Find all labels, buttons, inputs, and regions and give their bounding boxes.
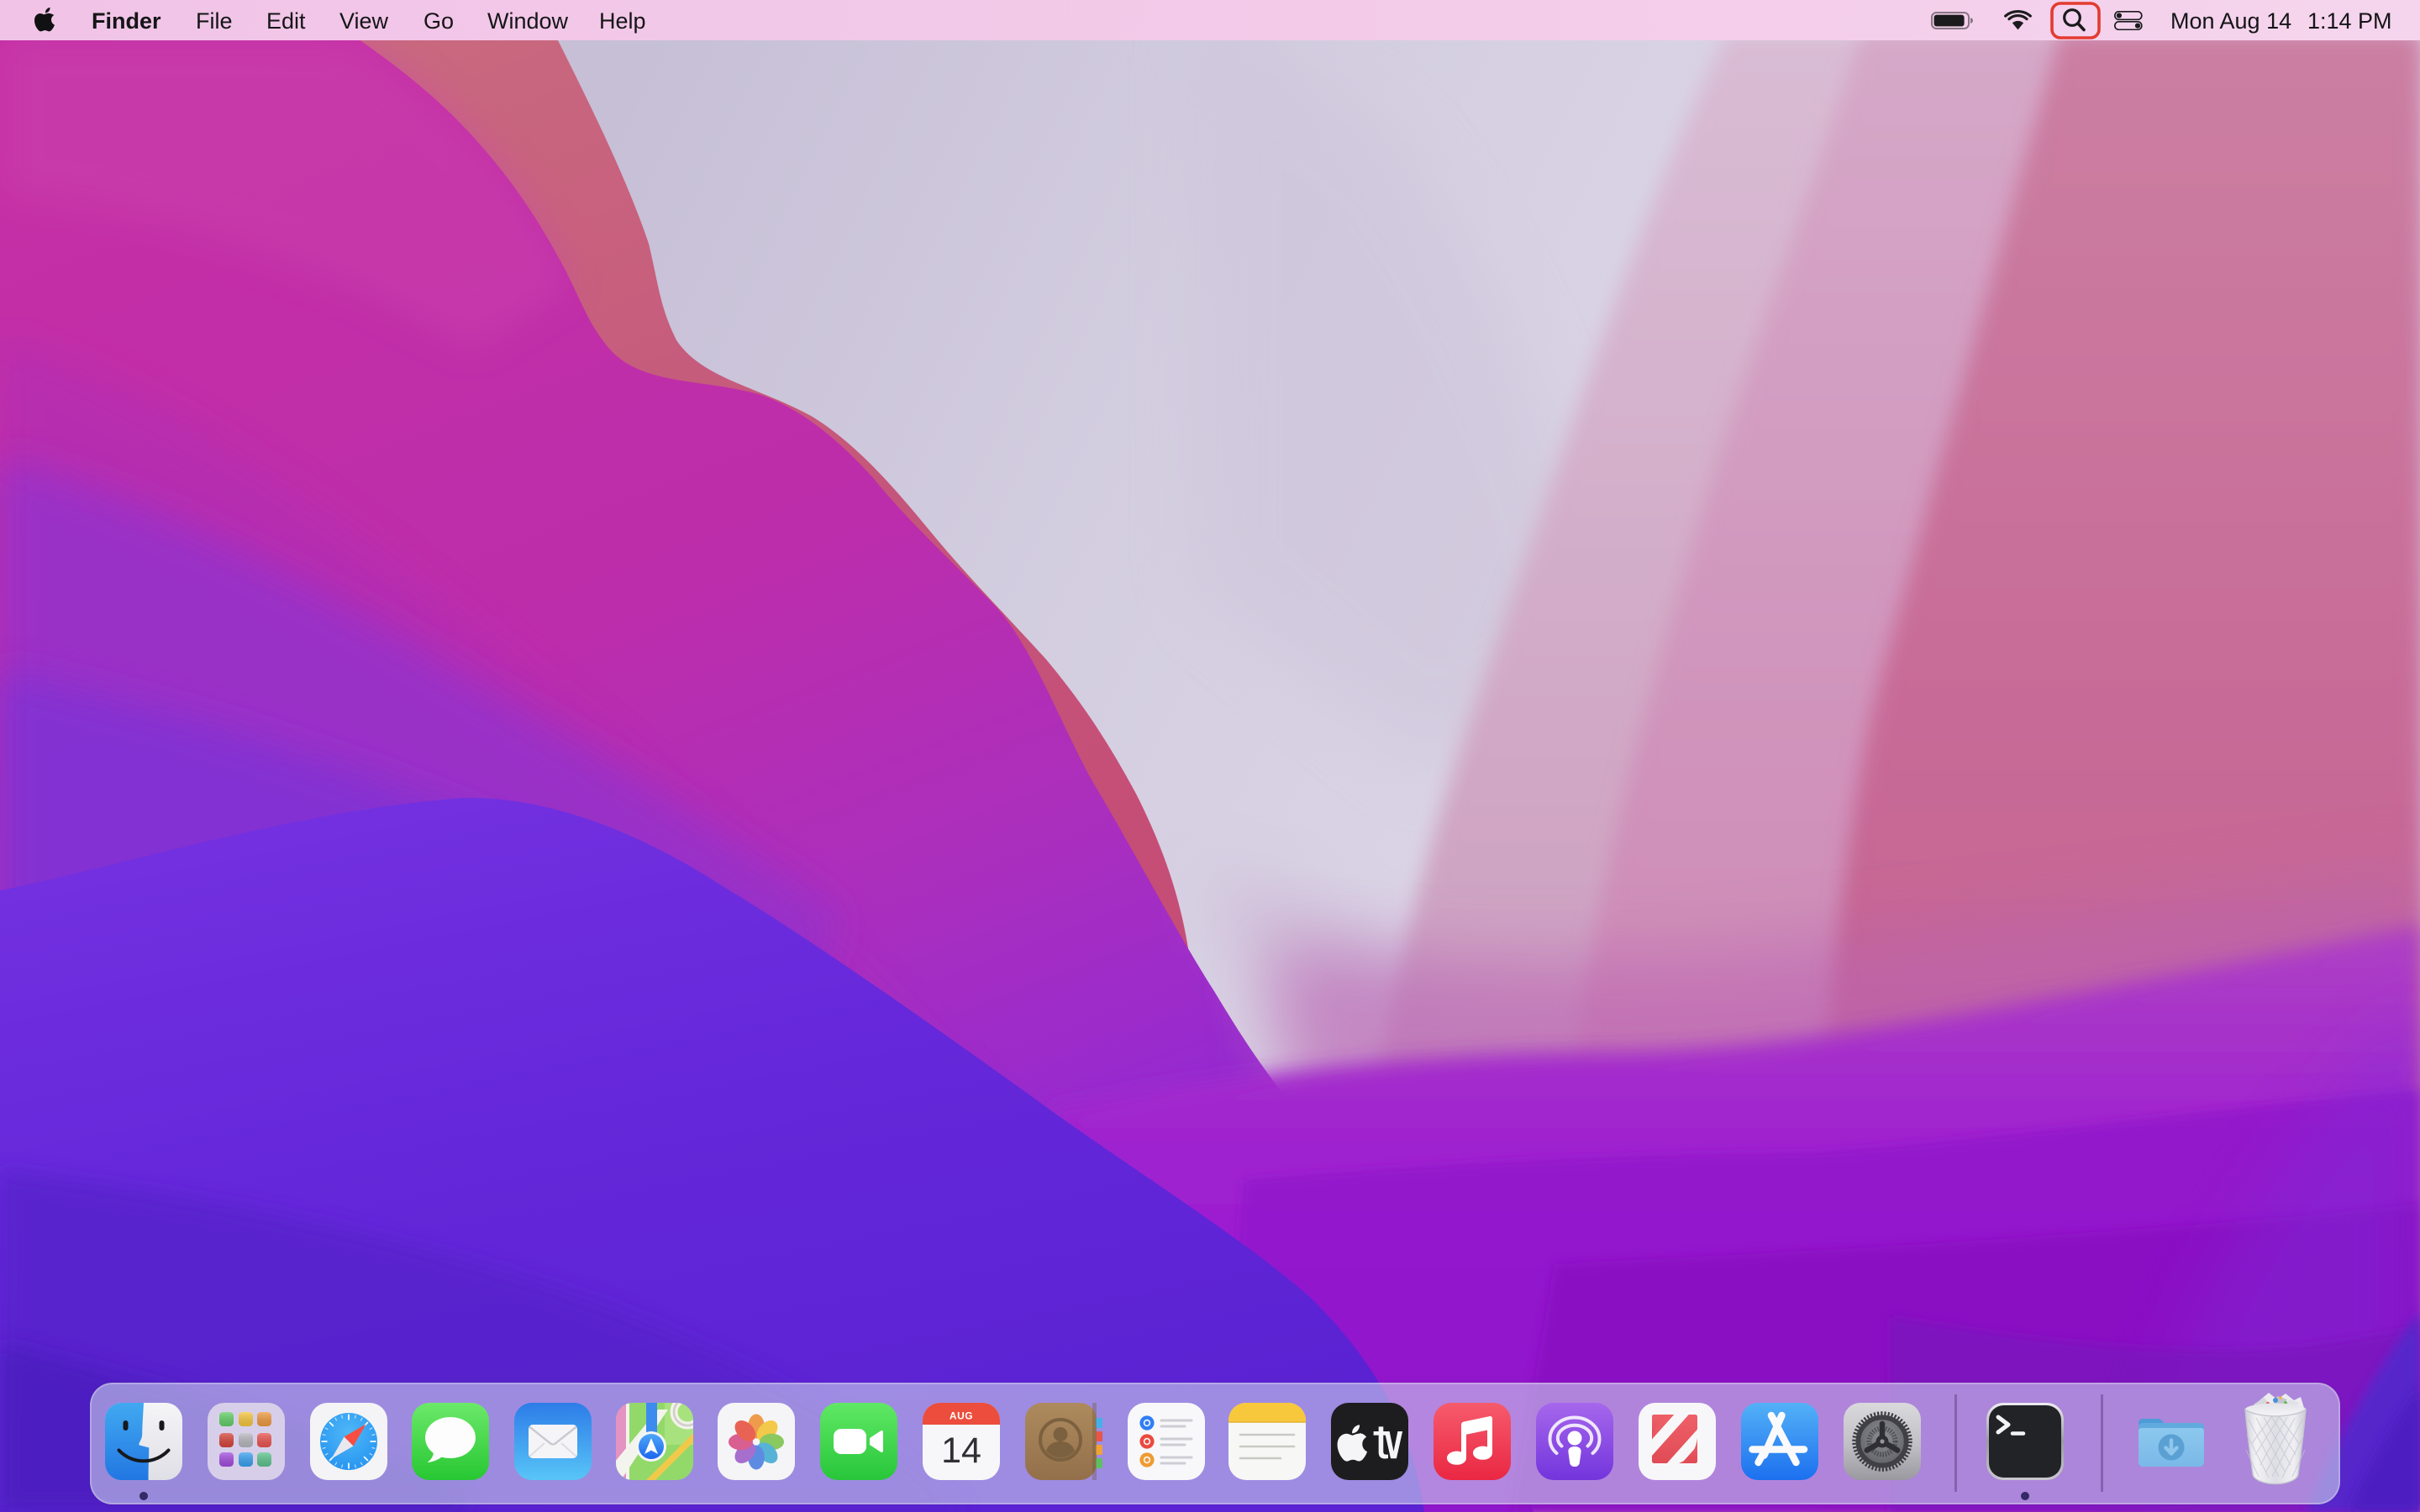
svg-text:14: 14 xyxy=(941,1431,981,1471)
svg-text:AUG: AUG xyxy=(950,1410,973,1422)
